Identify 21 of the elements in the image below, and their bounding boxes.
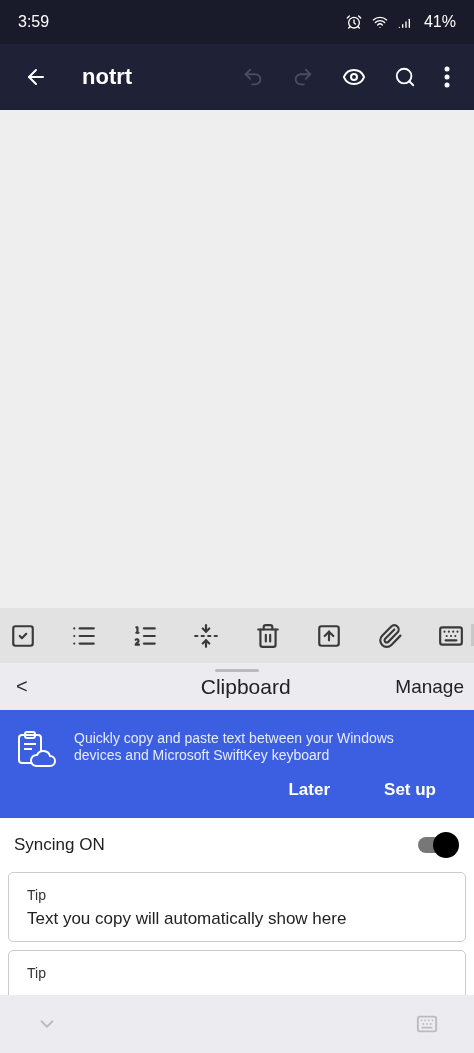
clipboard-cloud-icon [16,730,56,770]
clipboard-title: Clipboard [199,674,292,699]
banner-message: Quickly copy and paste text between your Windows devices and Microsoft SwiftKey keyboard [74,730,395,764]
clock-time: 3:59 [18,13,50,31]
alarm-icon [345,14,362,30]
back-button[interactable]: < [16,675,56,698]
manage-button[interactable]: Manage [395,675,464,698]
syncing-label: Syncing ON [14,835,105,855]
tip-text: Text you copy will automatically show here [27,909,348,929]
tip-label: Tip [27,965,47,981]
search-icon [394,66,416,88]
banner-action[interactable]: Later [288,780,331,800]
wifi-icon [371,14,388,30]
note-title: notrt [82,64,133,90]
tip-label: Tip [27,887,47,903]
more-icon [444,66,450,88]
battery-percent: 41% [423,13,456,31]
syncing-switch[interactable] [416,831,460,859]
drag-handle[interactable] [215,669,259,672]
banner-action[interactable]: Set up [384,780,436,800]
tip-card[interactable]: Tip Text you copy will automatically show here [8,872,466,942]
